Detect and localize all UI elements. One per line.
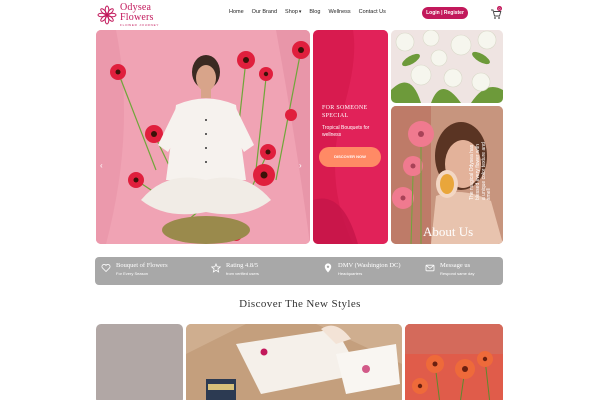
info-item-location: DMV (Washington DC) Headquarters	[323, 262, 401, 276]
nav-our-brand[interactable]: Our Brand	[252, 9, 277, 15]
nav-contact-us[interactable]: Contact Us	[359, 9, 386, 15]
info-item-rating: Rating 4.8/5 from verified users	[211, 262, 259, 276]
location-pin-icon	[324, 263, 332, 273]
info-subtitle: Headquarters	[338, 271, 363, 276]
flower-logo-icon	[97, 5, 117, 25]
info-title: Bouquet of Flowers	[116, 262, 168, 269]
info-title: Rating 4.8/5	[226, 262, 259, 269]
info-item-bouquet: Bouquet of Flowers For Every Season	[101, 262, 168, 276]
promo-subtitle: Tropical Bouquets for wellness	[322, 125, 370, 138]
red-gerberas-image	[405, 324, 503, 400]
nav-home[interactable]: Home	[229, 9, 244, 15]
hero-photo-woman-with-gerberas	[96, 30, 310, 244]
nav-shop[interactable]: Shop▾	[285, 9, 301, 15]
brand-tagline: Flower Journey	[120, 23, 160, 27]
section-title: Discover The New Styles	[239, 298, 361, 310]
hero-slider-image[interactable]: ‹ ›	[96, 30, 310, 244]
info-item-message: Message us Respond same day	[425, 262, 474, 276]
site-header: Odysea Flowers Flower Journey Home Our B…	[0, 0, 600, 28]
info-title: Message us	[440, 262, 471, 269]
gift-box-packaging-image	[186, 324, 402, 400]
mail-icon	[425, 264, 435, 272]
logo[interactable]: Odysea Flowers Flower Journey	[97, 3, 159, 27]
cart-count-badge: 0	[497, 6, 502, 11]
star-icon	[211, 263, 221, 273]
info-subtitle: For Every Season	[116, 271, 149, 276]
brand-name-line2: Flowers	[120, 12, 154, 23]
discover-now-button[interactable]: DISCOVER NOW	[319, 147, 381, 167]
nav-shop-label: Shop	[285, 9, 298, 15]
info-subtitle: Respond same day	[440, 271, 475, 276]
slider-prev-arrow[interactable]: ‹	[100, 161, 103, 170]
info-subtitle: from verified users	[226, 271, 259, 276]
white-roses-image	[391, 30, 503, 103]
info-title: DMV (Washington DC)	[338, 262, 401, 269]
heart-icon	[101, 264, 111, 273]
white-roses-photo	[391, 30, 503, 103]
style-card-1[interactable]	[96, 324, 183, 400]
nav-blog[interactable]: Blog	[309, 9, 320, 15]
nav-wellness[interactable]: Wellness	[328, 9, 350, 15]
login-register-button[interactable]: Login | Register	[422, 7, 468, 19]
chevron-down-icon: ▾	[298, 9, 302, 15]
promo-title: FOR SOMEONE SPECIAL	[322, 105, 368, 120]
slider-next-arrow[interactable]: ›	[299, 161, 302, 170]
main-nav: Home Our Brand Shop▾ Blog Wellness Conta…	[229, 9, 386, 15]
about-us-title[interactable]: About Us	[423, 224, 473, 240]
style-card-2[interactable]	[186, 324, 402, 400]
style-card-3[interactable]	[405, 324, 503, 400]
about-us-description: The magical Odysea has blessed every flo…	[469, 142, 493, 200]
